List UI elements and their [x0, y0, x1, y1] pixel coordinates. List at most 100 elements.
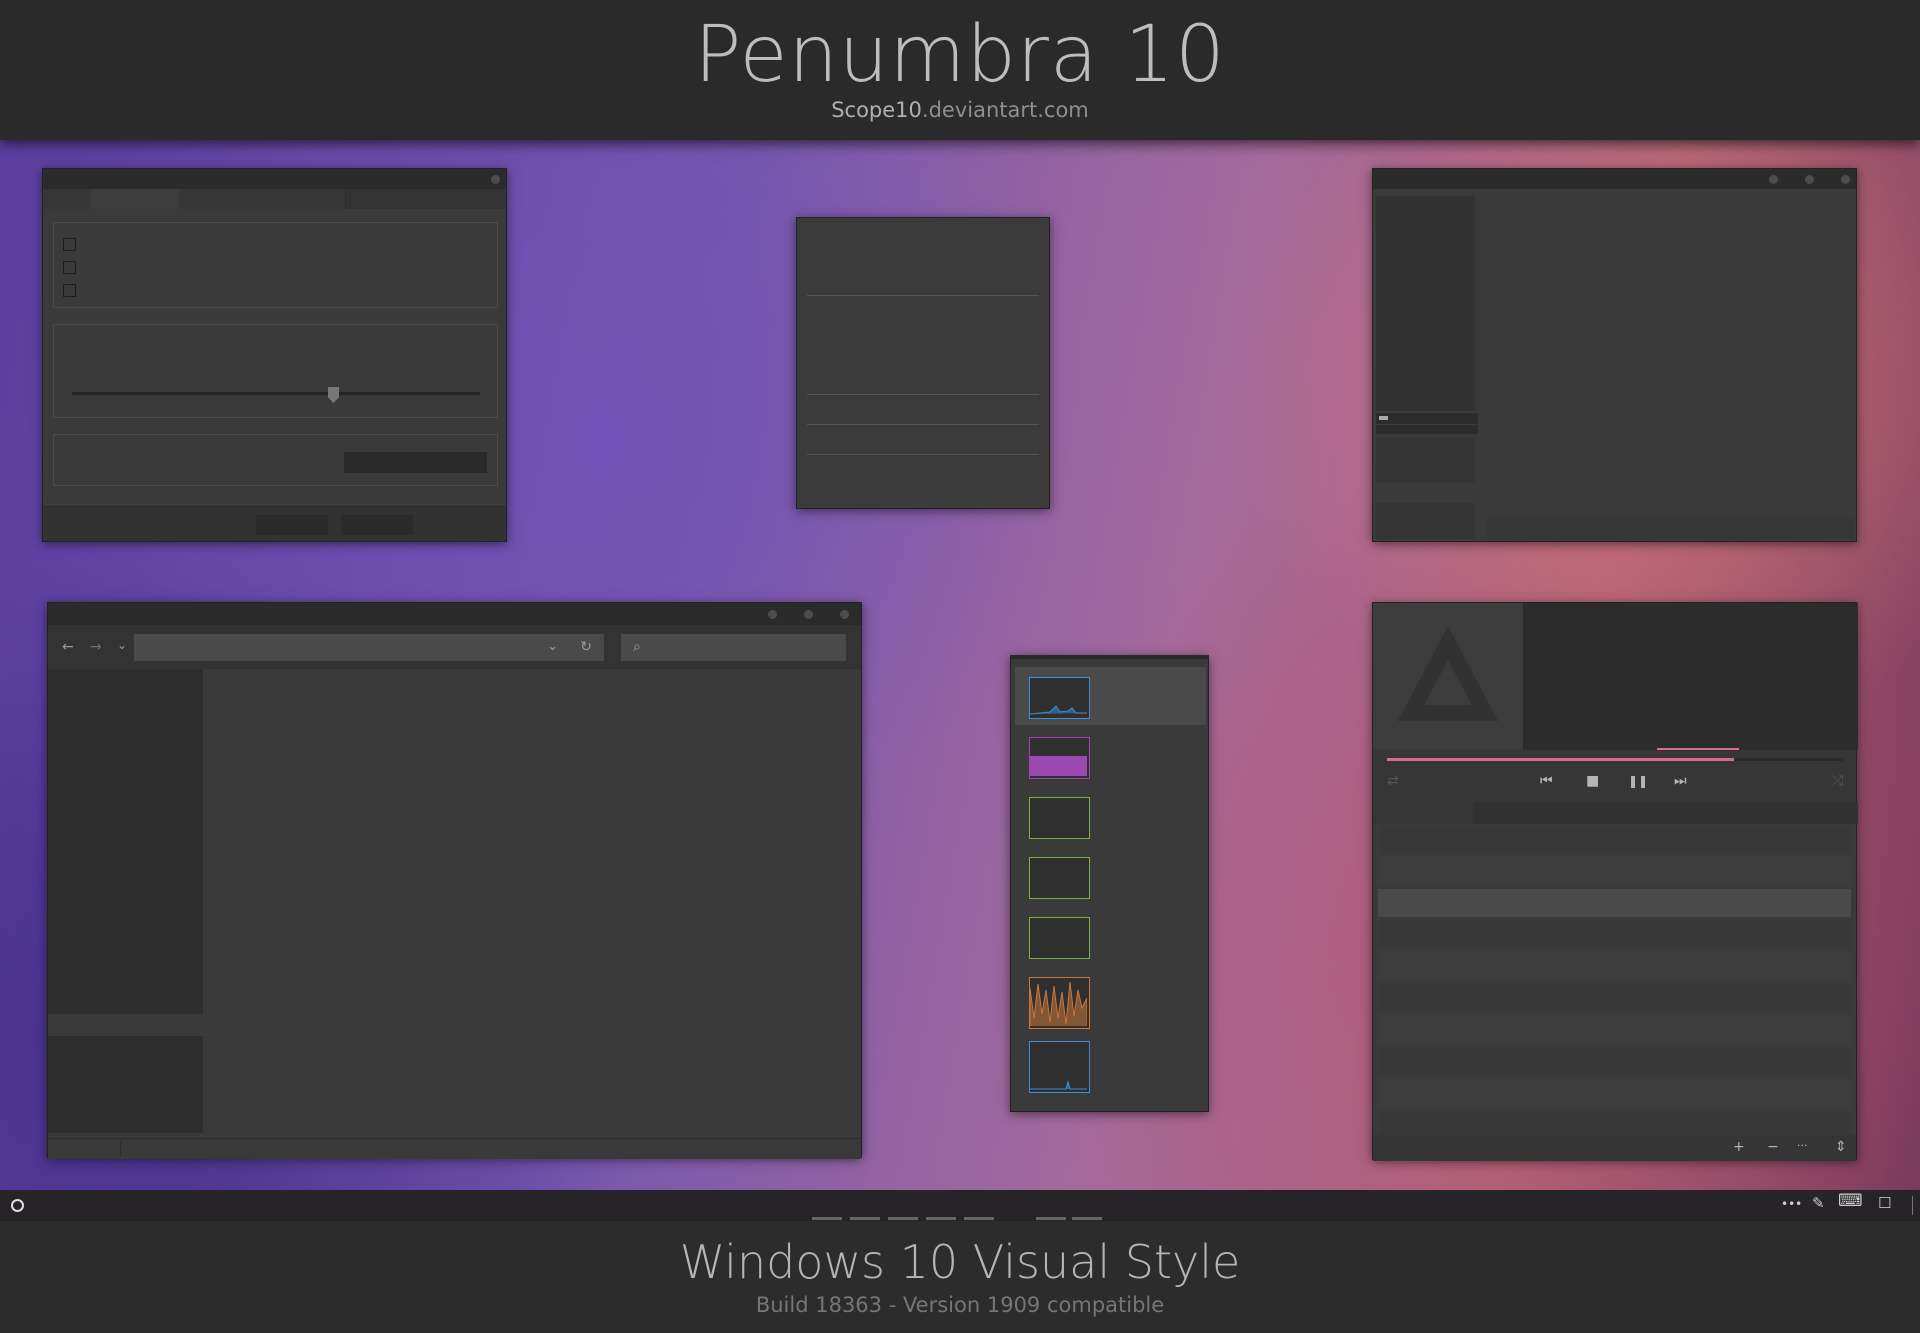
- disk-graph: [1029, 917, 1090, 959]
- seek-bar[interactable]: [1387, 758, 1843, 761]
- menu-separator: [807, 424, 1039, 425]
- perf-item-gpu[interactable]: [1015, 1033, 1206, 1093]
- page-subtitle: Scope10.deviantart.com: [0, 98, 1920, 122]
- menu-separator: [807, 394, 1039, 395]
- playlist-row[interactable]: [1378, 953, 1851, 981]
- keyboard-icon[interactable]: ⌨: [1838, 1193, 1863, 1210]
- add-icon[interactable]: +: [1733, 1140, 1745, 1154]
- search-box[interactable]: ⌕: [621, 634, 846, 661]
- ok-button[interactable]: [256, 515, 328, 535]
- more-options-icon[interactable]: ···: [1797, 1139, 1808, 1153]
- selection-marker: [1379, 416, 1388, 420]
- bottom-banner: Windows 10 Visual Style Build 18363 - Ve…: [0, 1217, 1920, 1333]
- checkbox-3[interactable]: [63, 284, 76, 297]
- panel-window: [1372, 168, 1857, 542]
- status-divider: [120, 1141, 121, 1157]
- previous-track-icon[interactable]: ⏮: [1540, 774, 1553, 788]
- start-button[interactable]: [11, 1199, 24, 1212]
- explorer-status-bar: [48, 1138, 861, 1159]
- memory-fill: [1030, 756, 1087, 776]
- taskbar-app-indicator: [850, 1217, 880, 1220]
- menu-separator: [807, 454, 1039, 455]
- address-dropdown-icon[interactable]: ⌄: [547, 640, 558, 654]
- slider-track[interactable]: [72, 392, 480, 395]
- visualization-area: [1523, 603, 1858, 750]
- minimize-button[interactable]: [768, 610, 777, 619]
- pause-icon[interactable]: ❚❚: [1628, 774, 1648, 788]
- playlist-row[interactable]: [1378, 1081, 1851, 1109]
- playlist-row[interactable]: [1378, 1017, 1851, 1045]
- playlist-row-selected[interactable]: [1378, 889, 1851, 917]
- pen-workspace-icon[interactable]: ✎: [1812, 1196, 1825, 1211]
- taskbar-app-indicator: [812, 1217, 842, 1220]
- close-button[interactable]: [491, 175, 500, 184]
- media-player-window: ⇄ ⏮ ■ ❚❚ ⏭ ⤮ + − ··· ⇕: [1372, 602, 1858, 1161]
- perf-item-disk-2[interactable]: [1015, 907, 1206, 965]
- taskbar-app-indicator: [1036, 1217, 1066, 1220]
- performance-list: [1010, 655, 1209, 1112]
- playlist-tab[interactable]: [1373, 802, 1473, 824]
- panel-list-item[interactable]: [1376, 425, 1478, 434]
- minimize-button[interactable]: [1769, 175, 1778, 184]
- address-bar[interactable]: ⌄ ↻: [134, 634, 604, 661]
- perf-item-memory[interactable]: [1015, 727, 1206, 785]
- checkbox-1[interactable]: [63, 238, 76, 251]
- navigation-pane-top: [48, 669, 203, 1014]
- recent-dropdown-icon[interactable]: ⌄: [117, 638, 127, 652]
- notifications-icon[interactable]: ☐: [1878, 1196, 1891, 1211]
- navigation-pane-bottom: [48, 1036, 203, 1133]
- tab-3[interactable]: [179, 189, 248, 209]
- explorer-window: ← → ⌄ ⌄ ↻ ⌕: [47, 602, 862, 1159]
- perf-item-network[interactable]: [1015, 967, 1206, 1029]
- close-button[interactable]: [840, 610, 849, 619]
- tab-1[interactable]: [43, 189, 92, 209]
- cpu-graph: [1029, 677, 1090, 719]
- tab-5[interactable]: [305, 189, 346, 209]
- playlist-row[interactable]: [1378, 921, 1851, 949]
- author-domain: .deviantart.com: [921, 98, 1089, 122]
- explorer-toolbar: ← → ⌄ ⌄ ↻ ⌕: [48, 625, 861, 669]
- shuffle-icon[interactable]: ⤮: [1832, 774, 1843, 788]
- forward-arrow-icon[interactable]: →: [90, 640, 102, 654]
- repeat-icon[interactable]: ⇄: [1387, 774, 1399, 788]
- panel-list-selected[interactable]: [1376, 413, 1478, 424]
- maximize-button[interactable]: [1805, 175, 1814, 184]
- overflow-icon[interactable]: •••: [1781, 1197, 1802, 1212]
- sort-icon[interactable]: ⇕: [1835, 1140, 1847, 1154]
- show-desktop-button[interactable]: [1912, 1196, 1913, 1215]
- perf-item-disk-1[interactable]: [1015, 847, 1206, 905]
- stop-icon[interactable]: ■: [1586, 774, 1599, 788]
- dialog-footer: [43, 506, 506, 541]
- explorer-titlebar[interactable]: [48, 603, 861, 625]
- panel-sidebar-top: [1376, 196, 1475, 411]
- checkbox-group: [53, 222, 498, 308]
- refresh-icon[interactable]: ↻: [580, 640, 592, 654]
- checkbox-2[interactable]: [63, 261, 76, 274]
- disk-graph: [1029, 797, 1090, 839]
- maximize-button[interactable]: [804, 610, 813, 619]
- playlist-row[interactable]: [1378, 1049, 1851, 1077]
- tab-2-selected[interactable]: [91, 189, 180, 209]
- search-icon: ⌕: [633, 639, 641, 655]
- back-arrow-icon[interactable]: ←: [62, 640, 74, 654]
- perf-item-cpu[interactable]: [1015, 667, 1206, 725]
- close-button[interactable]: [1841, 175, 1850, 184]
- next-track-icon[interactable]: ⏭: [1674, 774, 1687, 788]
- cancel-button[interactable]: [341, 515, 413, 535]
- slider-group: [53, 324, 498, 418]
- playlist-row[interactable]: [1378, 826, 1851, 854]
- action-button[interactable]: [344, 452, 487, 473]
- tab-4[interactable]: [247, 189, 306, 209]
- page-title: Penumbra 10: [694, 10, 1226, 100]
- dialog-titlebar[interactable]: [43, 169, 506, 189]
- panel-titlebar[interactable]: [1373, 169, 1856, 189]
- playlist-row[interactable]: [1378, 857, 1851, 885]
- tab-strip: [43, 189, 506, 209]
- seek-progress: [1387, 758, 1734, 761]
- perf-item-disk-0[interactable]: [1015, 787, 1206, 845]
- slider-thumb[interactable]: [328, 387, 339, 403]
- remove-icon[interactable]: −: [1767, 1140, 1779, 1154]
- playlist-row[interactable]: [1378, 985, 1851, 1013]
- taskbar-app-indicator: [926, 1217, 956, 1220]
- playlist-footer: + − ··· ⇕: [1373, 1135, 1856, 1161]
